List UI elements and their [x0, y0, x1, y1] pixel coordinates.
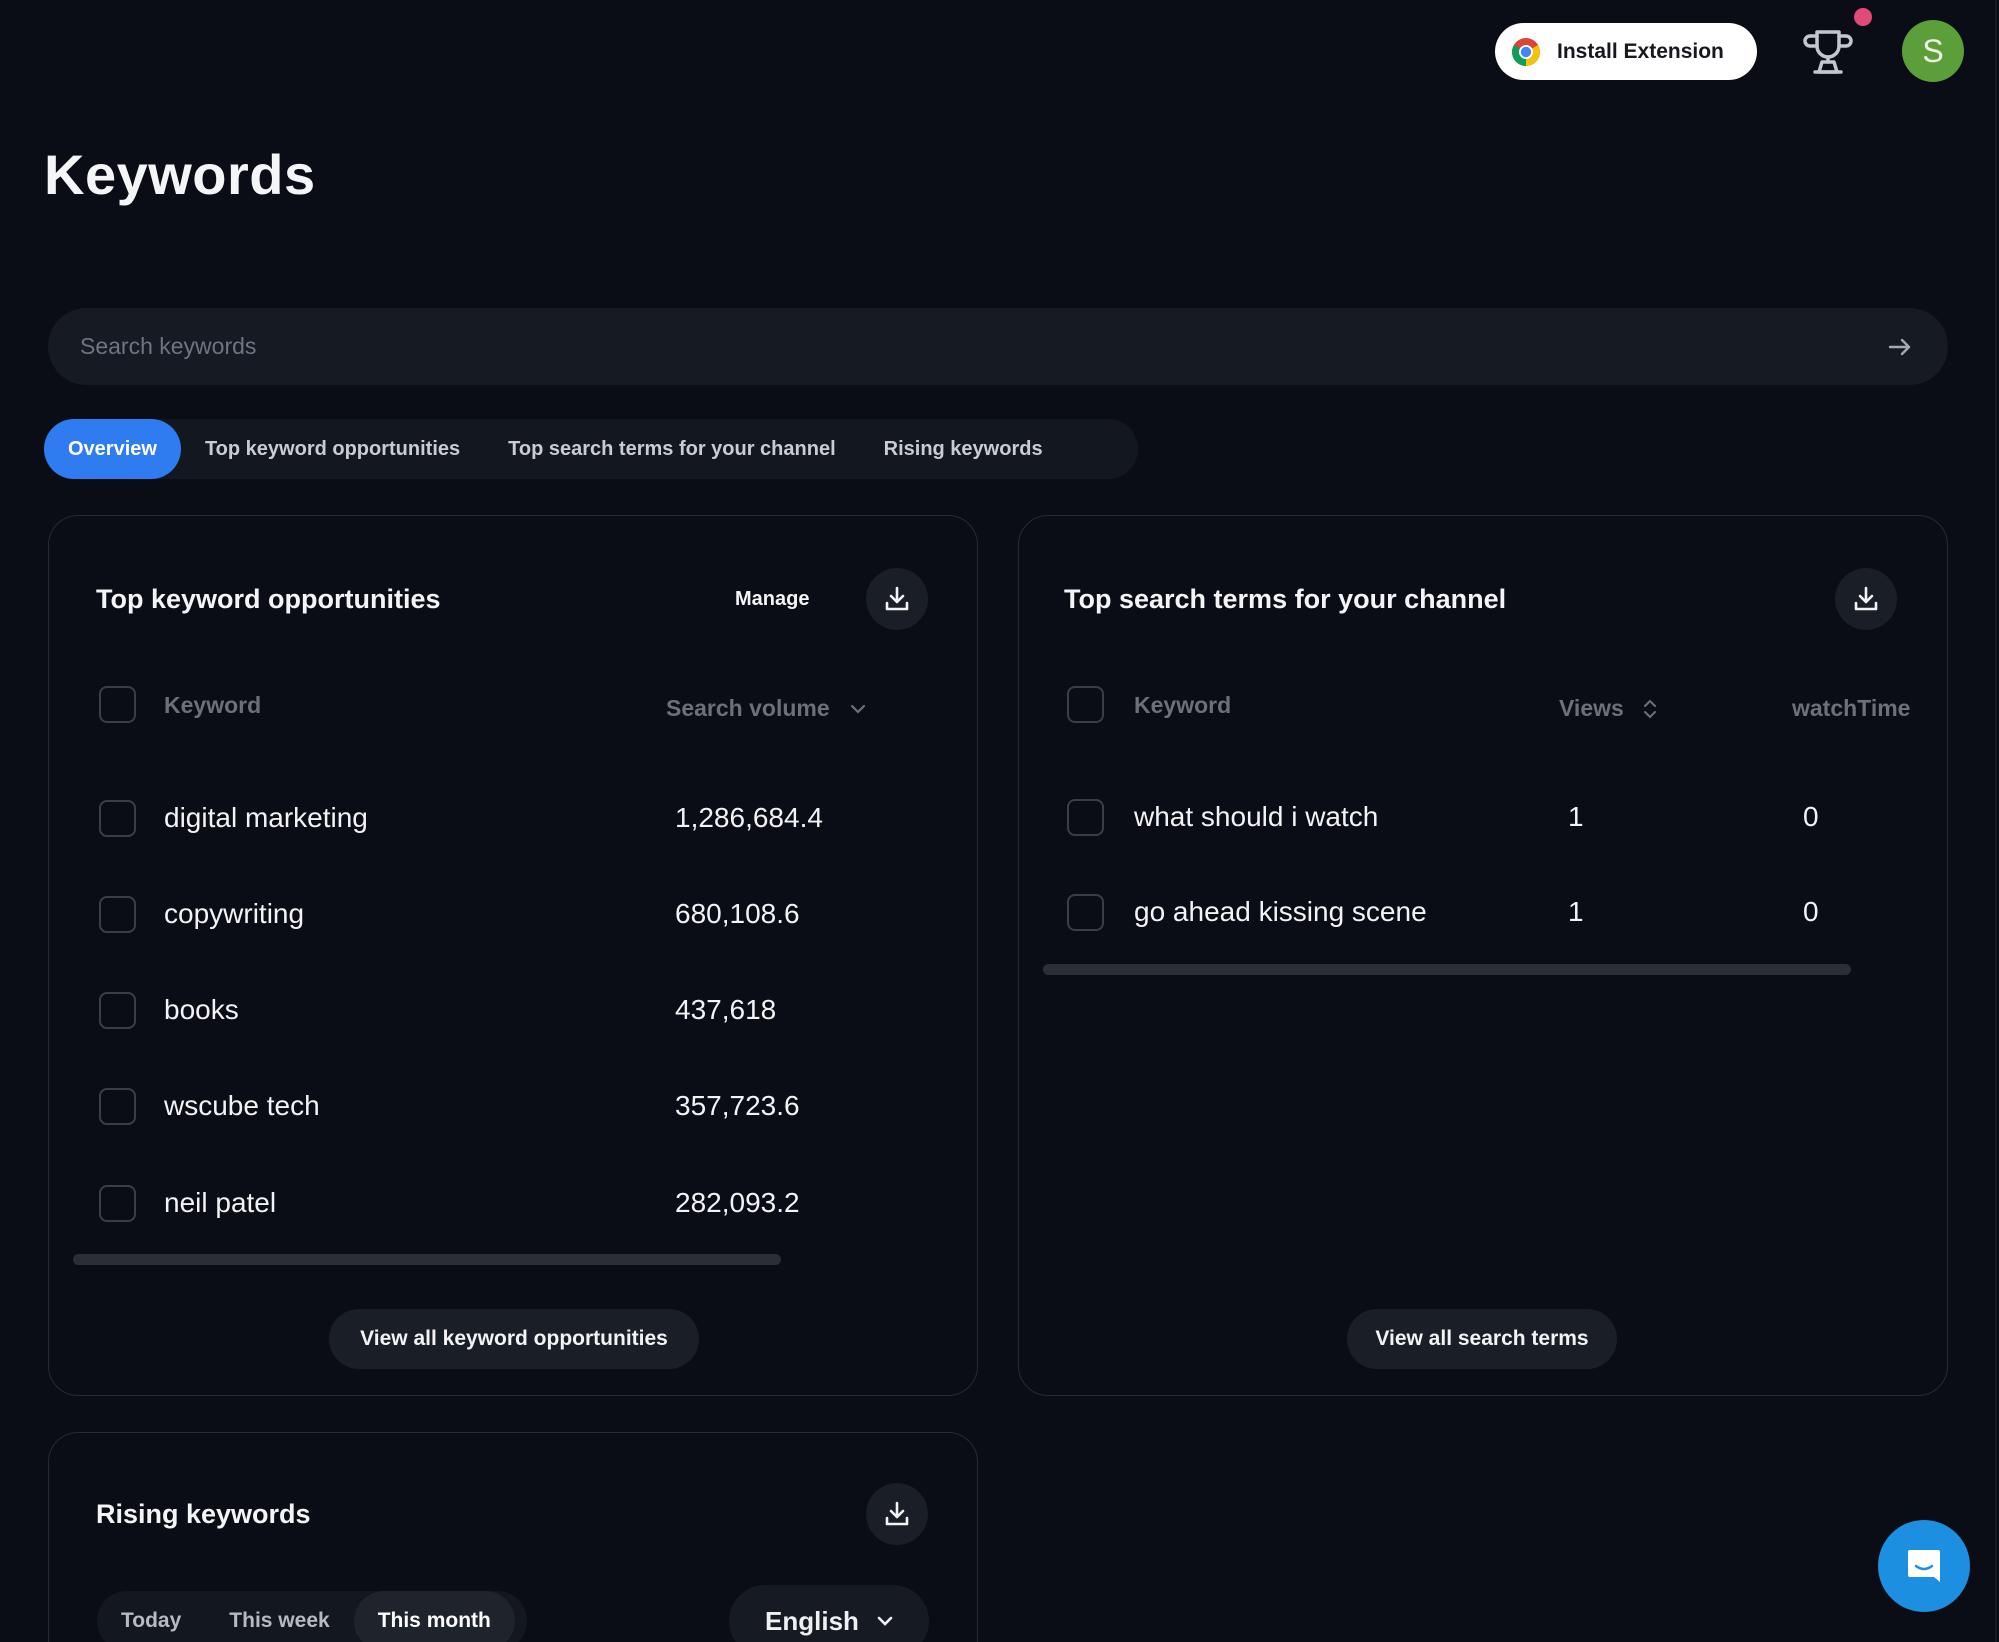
search-input[interactable] [48, 308, 1880, 385]
period-today[interactable]: Today [97, 1591, 205, 1642]
download-icon [885, 1501, 909, 1526]
keyword-cell: copywriting [164, 898, 305, 929]
download-icon [885, 586, 909, 611]
views-cell: 1 [1568, 801, 1584, 832]
keyword-cell: neil patel [164, 1187, 277, 1218]
avatar[interactable]: S [1902, 20, 1964, 82]
page-scrollbar[interactable] [1995, 0, 1997, 1642]
rising-keywords-card: Rising keywords Today This week This mon… [48, 1432, 978, 1642]
keyword-cell: books [164, 994, 239, 1025]
search-volume-cell: 437,618 [675, 994, 777, 1025]
trophy-icon[interactable] [1800, 24, 1856, 80]
install-extension-label: Install Extension [1557, 39, 1724, 63]
column-header-keyword: Keyword [164, 692, 262, 718]
manage-button[interactable]: Manage [735, 588, 809, 611]
horizontal-scrollbar[interactable] [73, 1254, 781, 1265]
column-header-keyword: Keyword [1134, 692, 1232, 718]
select-all-checkbox[interactable] [1067, 686, 1104, 723]
keyword-cell: digital marketing [164, 802, 368, 833]
arrow-right-icon [1888, 338, 1911, 355]
chrome-icon [1512, 37, 1540, 66]
row-checkbox[interactable] [99, 800, 136, 837]
keyword-cell: what should i watch [1134, 801, 1379, 832]
card-title: Top search terms for your channel [1064, 584, 1507, 614]
watch-time-cell: 0 [1803, 896, 1819, 927]
download-button[interactable] [866, 568, 928, 630]
download-button[interactable] [866, 1483, 928, 1545]
views-label: Views [1559, 695, 1624, 721]
download-icon [1854, 586, 1878, 611]
keyword-cell: go ahead kissing scene [1134, 896, 1427, 927]
page-title: Keywords [44, 143, 316, 206]
notification-dot [1854, 8, 1872, 26]
tab-top-keyword-opportunities[interactable]: Top keyword opportunities [181, 419, 484, 479]
row-checkbox[interactable] [99, 992, 136, 1029]
card-title: Top keyword opportunities [96, 584, 441, 614]
view-all-search-terms-button[interactable]: View all search terms [1347, 1309, 1617, 1369]
search-bar [48, 308, 1948, 385]
views-cell: 1 [1568, 896, 1584, 927]
search-volume-cell: 1,286,684.4 [675, 802, 823, 833]
chevron-down-icon [850, 704, 865, 714]
chat-icon [1908, 1550, 1940, 1582]
search-volume-cell: 282,093.2 [675, 1187, 800, 1218]
row-checkbox[interactable] [99, 1185, 136, 1222]
card-title: Rising keywords [96, 1499, 311, 1529]
search-volume-cell: 680,108.6 [675, 898, 800, 929]
period-this-month[interactable]: This month [353, 1591, 515, 1642]
chevron-down-icon [877, 1616, 893, 1626]
select-all-checkbox[interactable] [99, 686, 136, 723]
tab-overview[interactable]: Overview [44, 419, 181, 479]
download-button[interactable] [1835, 568, 1897, 630]
search-submit-button[interactable] [1880, 327, 1920, 367]
top-keyword-opportunities-card: Top keyword opportunities Manage Keyword… [48, 515, 978, 1396]
column-header-watch-time: watchTime [1792, 695, 1911, 721]
sort-icon [1643, 699, 1656, 718]
tab-top-search-terms[interactable]: Top search terms for your channel [484, 419, 860, 479]
period-selector: Today This week This month [97, 1591, 527, 1642]
install-extension-button[interactable]: Install Extension [1495, 23, 1757, 80]
column-header-search-volume[interactable]: Search volume [666, 695, 866, 722]
horizontal-scrollbar[interactable] [1043, 964, 1851, 975]
language-value: English [765, 1605, 859, 1636]
keyword-cell: wscube tech [164, 1090, 320, 1121]
period-this-week[interactable]: This week [205, 1591, 353, 1642]
chat-support-button[interactable] [1878, 1520, 1970, 1612]
tab-bar: Overview Top keyword opportunities Top s… [44, 419, 1138, 479]
search-volume-label: Search volume [666, 695, 830, 721]
row-checkbox[interactable] [1067, 894, 1104, 931]
column-header-views[interactable]: Views [1559, 695, 1658, 722]
row-checkbox[interactable] [99, 1088, 136, 1125]
watch-time-cell: 0 [1803, 801, 1819, 832]
top-search-terms-card: Top search terms for your channel Keywor… [1018, 515, 1948, 1396]
search-volume-cell: 357,723.6 [675, 1090, 800, 1121]
row-checkbox[interactable] [1067, 799, 1104, 836]
row-checkbox[interactable] [99, 896, 136, 933]
tab-rising-keywords[interactable]: Rising keywords [860, 419, 1067, 479]
view-all-keyword-opportunities-button[interactable]: View all keyword opportunities [329, 1309, 699, 1369]
language-select[interactable]: English [729, 1585, 929, 1642]
